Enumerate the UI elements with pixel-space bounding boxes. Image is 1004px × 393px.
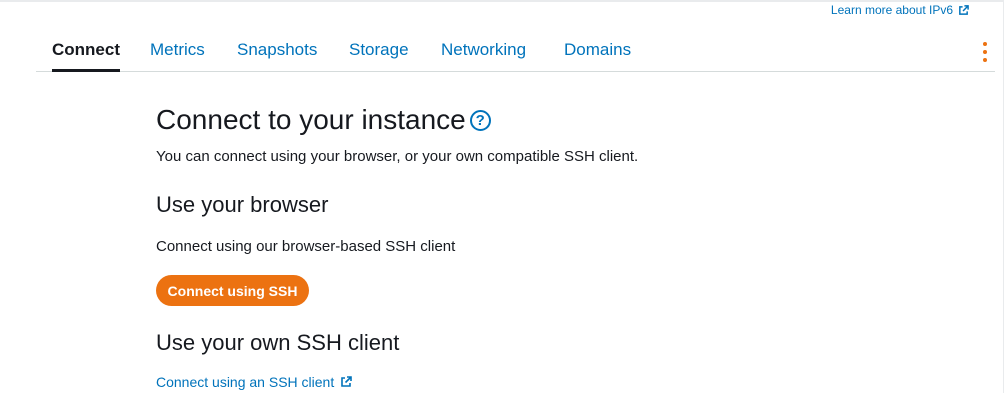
tab-domains[interactable]: Domains [564,40,631,60]
tab-metrics[interactable]: Metrics [150,40,205,60]
browser-section-heading: Use your browser [156,192,329,217]
page-title-row: Connect to your instance ? [156,102,856,138]
browser-section-text: Connect using our browser-based SSH clie… [156,238,456,255]
connect-using-ssh-button[interactable]: Connect using SSH [156,275,309,306]
tab-bar: Connect Metrics Snapshots Storage Networ… [36,32,995,72]
connect-using-ssh-client-label: Connect using an SSH client [156,374,335,390]
learn-more-ipv6-link[interactable]: Learn more about IPv6 [831,3,969,17]
page-title: Connect to your instance [156,104,466,135]
tab-storage[interactable]: Storage [349,40,409,60]
tab-networking[interactable]: Networking [441,40,526,60]
own-client-section-heading: Use your own SSH client [156,330,400,355]
instance-connect-page: Learn more about IPv6 Connect Metrics Sn… [0,0,1004,393]
external-link-icon [340,376,353,388]
kebab-menu-icon[interactable] [981,42,989,62]
page-description: You can connect using your browser, or y… [156,148,639,165]
connect-using-ssh-client-link[interactable]: Connect using an SSH client [156,374,353,390]
tab-connect[interactable]: Connect [52,40,120,72]
help-icon[interactable]: ? [469,109,491,131]
external-link-icon [958,4,969,16]
connect-content: Connect to your instance ? You can conne… [156,102,856,390]
tab-snapshots[interactable]: Snapshots [237,40,317,60]
learn-more-ipv6-label: Learn more about IPv6 [830,3,953,17]
